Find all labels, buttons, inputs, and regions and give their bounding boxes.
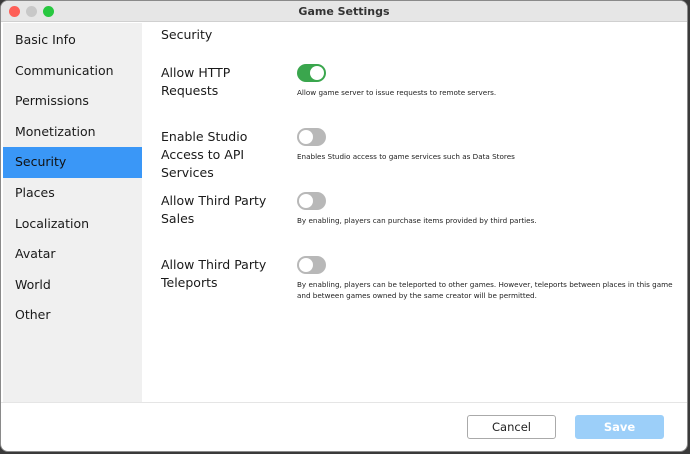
sidebar-item-security[interactable]: Security xyxy=(3,147,142,178)
third-party-teleports-toggle[interactable] xyxy=(297,256,326,274)
sidebar-item-communication[interactable]: Communication xyxy=(3,56,142,87)
sidebar-item-basic-info[interactable]: Basic Info xyxy=(3,25,142,56)
cancel-button[interactable]: Cancel xyxy=(467,415,556,439)
title-bar: Game Settings xyxy=(1,1,687,22)
zoom-icon[interactable] xyxy=(43,6,54,17)
setting-description: By enabling, players can purchase items … xyxy=(297,216,677,227)
sidebar-item-places[interactable]: Places xyxy=(3,178,142,209)
setting-label: Allow Third Party Teleports xyxy=(161,256,291,292)
sidebar-item-other[interactable]: Other xyxy=(3,300,142,331)
sidebar: Basic Info Communication Permissions Mon… xyxy=(3,23,142,402)
setting-label: Enable Studio Access to API Services xyxy=(161,128,291,182)
footer: Cancel Save xyxy=(1,402,687,452)
http-requests-toggle[interactable] xyxy=(297,64,326,82)
sidebar-item-permissions[interactable]: Permissions xyxy=(3,86,142,117)
sidebar-item-avatar[interactable]: Avatar xyxy=(3,239,142,270)
close-icon[interactable] xyxy=(9,6,20,17)
setting-description: Enables Studio access to game services s… xyxy=(297,152,677,163)
studio-api-access-toggle[interactable] xyxy=(297,128,326,146)
setting-label: Allow Third Party Sales xyxy=(161,192,291,228)
third-party-sales-toggle[interactable] xyxy=(297,192,326,210)
setting-label: Allow HTTP Requests xyxy=(161,64,291,100)
sidebar-item-localization[interactable]: Localization xyxy=(3,209,142,240)
settings-content: Security Allow HTTP Requests Allow game … xyxy=(161,23,687,42)
sidebar-item-monetization[interactable]: Monetization xyxy=(3,117,142,148)
page-title: Security xyxy=(161,27,687,42)
minimize-icon[interactable] xyxy=(26,6,37,17)
setting-description: By enabling, players can be teleported t… xyxy=(297,280,677,301)
setting-description: Allow game server to issue requests to r… xyxy=(297,88,677,99)
sidebar-item-world[interactable]: World xyxy=(3,270,142,301)
save-button[interactable]: Save xyxy=(575,415,664,439)
game-settings-window: Game Settings Basic Info Communication P… xyxy=(0,0,688,452)
window-title: Game Settings xyxy=(298,5,389,18)
